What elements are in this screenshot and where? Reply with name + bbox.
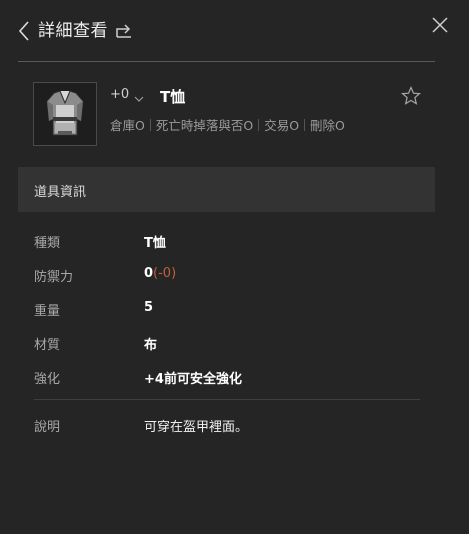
flag-separator: [304, 119, 306, 131]
weight-value: 5: [144, 300, 154, 315]
header: 詳細查看: [0, 0, 469, 62]
header-divider: [18, 61, 435, 62]
chevron-left-icon: [18, 21, 29, 41]
close-icon: [432, 17, 448, 33]
defense-label: 防禦力: [34, 270, 74, 285]
enhance-label: 強化: [34, 372, 61, 387]
material-label: 材質: [34, 338, 61, 353]
description-label: 說明: [34, 420, 61, 435]
back-button[interactable]: [17, 20, 31, 42]
flag-delete: 刪除O: [310, 118, 345, 133]
defense-value-group: 0(-0): [144, 266, 176, 281]
flag-warehouse: 倉庫O: [110, 118, 145, 133]
defense-modifier: (-0): [153, 266, 177, 281]
tshirt-icon: [46, 90, 84, 136]
enchant-level-select[interactable]: +0: [110, 87, 129, 102]
type-label: 種類: [34, 236, 61, 251]
weight-label: 重量: [34, 304, 61, 319]
item-thumbnail: [33, 82, 97, 146]
flag-trade: 交易O: [264, 118, 300, 133]
material-value: 布: [144, 338, 158, 353]
section-title: 道具資訊: [34, 185, 87, 200]
section-header: 道具資訊: [18, 167, 435, 212]
close-button[interactable]: [431, 16, 449, 34]
chevron-down-icon[interactable]: [134, 89, 144, 102]
page-title: 詳細查看: [38, 21, 108, 41]
item-name: T恤: [160, 88, 186, 106]
share-icon: [116, 24, 131, 38]
description-divider: [34, 399, 420, 400]
defense-value: 0: [144, 266, 154, 281]
description-value: 可穿在盔甲裡面。: [144, 420, 249, 435]
flag-separator: [149, 119, 151, 131]
enhance-value: +4前可安全強化: [144, 372, 242, 387]
flag-separator: [258, 119, 260, 131]
favorite-button[interactable]: [401, 86, 421, 106]
type-value: T恤: [144, 236, 166, 251]
flag-drop-on-death: 死亡時掉落與否O: [155, 118, 254, 133]
star-icon: [401, 86, 421, 105]
item-flags: 倉庫O 死亡時掉落與否O 交易O 刪除O: [110, 115, 345, 134]
share-button[interactable]: [115, 21, 133, 39]
